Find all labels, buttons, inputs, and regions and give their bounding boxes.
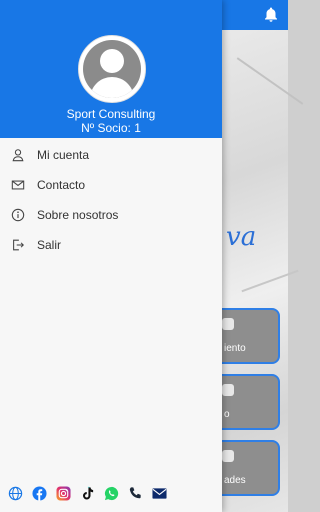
- card-icon: [222, 450, 234, 462]
- menu-item-sobre-nosotros[interactable]: Sobre nosotros: [0, 200, 222, 230]
- drawer-header: Sport Consulting Nº Socio: 1: [0, 0, 222, 138]
- member-number: Nº Socio: 1: [81, 121, 141, 135]
- logout-icon: [13, 239, 24, 251]
- menu-item-label: Contacto: [37, 178, 86, 192]
- facebook-icon[interactable]: [32, 486, 47, 501]
- menu-item-label: Salir: [37, 238, 62, 252]
- whatsapp-icon[interactable]: [104, 486, 119, 501]
- globe-icon[interactable]: [8, 486, 23, 501]
- user-icon: [12, 149, 24, 162]
- avatar[interactable]: [78, 35, 146, 103]
- info-icon: [11, 208, 25, 222]
- card-label: o: [224, 409, 230, 420]
- card-label: iento: [224, 343, 246, 354]
- card-icon: [222, 318, 234, 330]
- tiktok-icon[interactable]: [80, 486, 95, 501]
- card-label: ades: [224, 475, 246, 486]
- menu-item-label: Sobre nosotros: [37, 208, 119, 222]
- phone-icon[interactable]: [128, 486, 143, 501]
- avatar-placeholder-icon: [83, 40, 141, 98]
- card-icon: [222, 384, 234, 396]
- menu-item-contacto[interactable]: Contacto: [0, 170, 222, 200]
- user-name: Sport Consulting: [66, 107, 156, 121]
- mail-icon[interactable]: [152, 486, 167, 501]
- instagram-icon[interactable]: [56, 486, 71, 501]
- menu-item-mi-cuenta[interactable]: Mi cuenta: [0, 140, 222, 170]
- bell-icon[interactable]: [262, 6, 280, 24]
- menu-item-label: Mi cuenta: [37, 148, 90, 162]
- background-script-text: va: [226, 222, 257, 252]
- menu-item-salir[interactable]: Salir: [0, 230, 222, 260]
- envelope-icon: [11, 180, 25, 190]
- navigation-drawer: Sport Consulting Nº Socio: 1 Mi cuenta C…: [0, 0, 222, 512]
